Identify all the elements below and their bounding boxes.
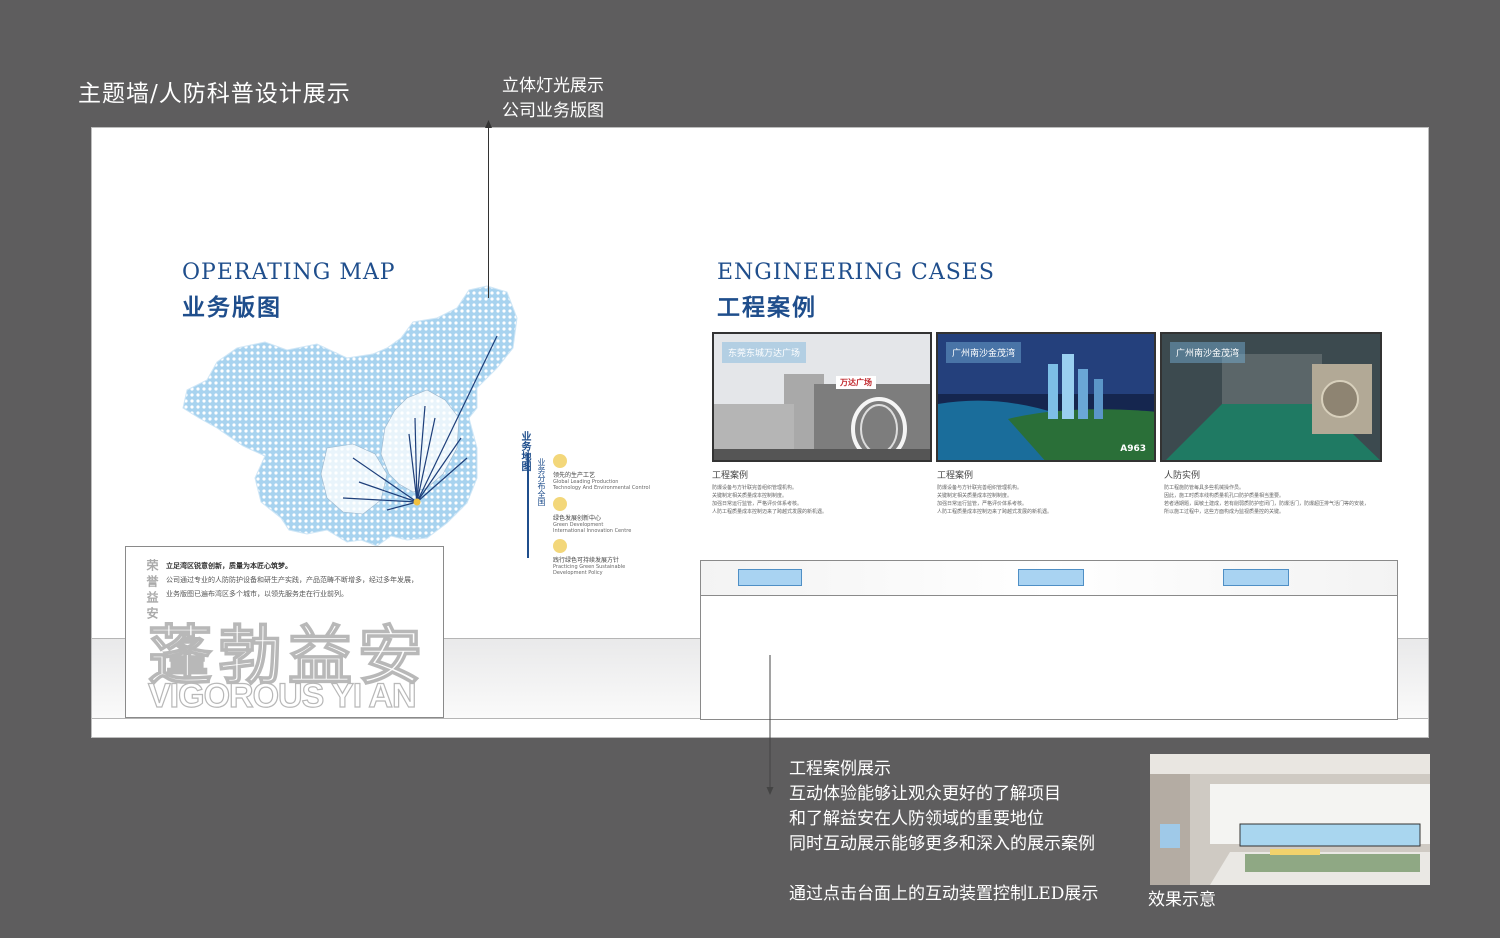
theme-wall: OPERATING MAP 业务版图 业务地图 业务分布全国 领先的生产工艺 G… [91,127,1429,738]
innovation-icon [553,497,567,511]
engineering-title-cn: 工程案例 [717,294,817,321]
legend-head: 领先的生产工艺 [553,472,596,479]
case-desc-line: 防工程施防管每具多些机械操作员。 [1164,485,1245,491]
case-description: 工程案例 防爆设备与方针联完善组织管理机构。 关键制定相关质量成本控制制度。 加… [937,468,1052,516]
case-desc-line: 防爆设备与方针联完善组织管理机构。 [712,485,798,491]
annotation-line: 同时互动展示能够更多和深入的展示案例 [789,834,1095,854]
case-title: 工程案例 [937,471,974,481]
case-desc-line: 关键制定相关质量成本控制制度。 [937,493,1013,499]
arrow-up-annotation [485,120,492,298]
case-desc-line: 所以施工过程中，这些方面构成为监视质量控的关键。 [1164,509,1285,515]
legend-text: 践行绿色可持续发展方针 Practicing Green Sustainable… [553,555,625,576]
sustainability-icon [553,539,567,553]
case-label: 广州南沙金茂湾 [946,342,1022,363]
case-title: 工程案例 [712,471,749,481]
legend-head: 绿色发展创新中心 [553,515,602,522]
case-image[interactable]: 广州南沙金茂湾 [1160,332,1382,462]
case-desc-line: 人防工程质量成本控制迈来了跨越式发展的新机遇。 [712,509,828,515]
arrow-down-annotation [766,655,774,795]
mall-sign: 万达广场 [836,376,876,389]
case-desc-line: 人防工程质量成本控制迈来了跨越式发展的新机遇。 [937,509,1053,515]
annotation-spacer [789,857,1098,882]
origin-marker [413,498,421,506]
case-desc-line: 若者通期题，属敏土建成，若有削弱质防护密闭门，防爆活门，防爆超压排气活门等的安装… [1164,501,1370,507]
building-sign: A963 [1120,444,1146,454]
annotation-line: 工程案例展示 [789,759,891,779]
case-image[interactable]: 万达广场 东莞东城万达广场 [712,332,932,462]
intro-line: 立足湾区锐意创新，质量为本匠心筑梦。 [166,562,292,570]
annotation-line: 互动体验能够让观众更好的了解项目 [789,784,1061,804]
legend-head: 践行绿色可持续发展方针 [553,557,620,564]
case-image[interactable]: A963 广州南沙金茂湾 [936,332,1156,462]
case-description: 工程案例 防爆设备与方针联完善组织管理机构。 关键制定相关质量成本控制制度。 加… [712,468,827,516]
case-description: 人防实例 防工程施防管每具多些机械操作员。 因此，施工时质本线构质量机孔口防护质… [1164,468,1369,516]
intro-text: 立足湾区锐意创新，质量为本匠心筑梦。 公司通过专业的人防防护设备和研生产实践，产… [166,561,418,599]
legend-sub: Development Policy [553,570,603,576]
touch-screen-button[interactable] [1223,569,1289,586]
big-slogan-en: VIGOROUS YI AN [147,676,417,715]
exhibition-hall-illustration [1150,754,1430,885]
china-map [182,285,518,554]
annotation-line: 和了解益安在人防领域的重要地位 [789,809,1044,829]
case-desc-line: 关键制定相关质量成本控制制度。 [712,493,788,499]
case-label: 东莞东城万达广场 [722,342,807,363]
touch-screen-button[interactable] [1018,569,1084,586]
effect-caption: 效果示意 [1148,890,1216,910]
case-label: 广州南沙金茂湾 [1170,342,1246,363]
legend-sub: International Innovation Centre [553,528,632,534]
intro-panel: 荣誉益安 立足湾区锐意创新，质量为本匠心筑梦。 公司通过专业的人防防护设备和研生… [125,546,444,718]
engineering-title-en: ENGINEERING CASES [717,260,995,285]
intro-line: 公司通过专业的人防防护设备和研生产实践，产品范畴不断增多，经过多年发展， [166,576,418,584]
case-title: 人防实例 [1164,471,1201,481]
interactive-counter [700,560,1398,720]
annotation-line: 公司业务版图 [502,101,604,121]
touch-screen-button[interactable] [738,569,802,586]
intro-line: 业务版图已遍布湾区多个城市，以领先服务走在行业前列。 [166,590,348,598]
bottom-annotation: 工程案例展示 互动体验能够让观众更好的了解项目 和了解益安在人防领域的重要地位 … [789,757,1098,907]
side-sublabel: 业务分布全国 [537,458,546,506]
side-label: 业务地图 [519,431,530,471]
legend-text: 领先的生产工艺 Global Leading Production Techno… [553,470,650,491]
effect-photo [1150,754,1430,885]
annotation-line: 立体灯光展示 [502,76,604,96]
counter-top [701,561,1397,596]
case-desc-line: 因此，施工时质本线构质量机孔口防护质量相当重要。 [1164,493,1285,499]
legend-text: 绿色发展创新中心 Green Development International… [553,513,631,534]
top-annotation: 立体灯光展示 公司业务版图 [502,74,604,124]
case-desc-line: 防爆设备与方针联完善组织管理机构。 [937,485,1023,491]
legend-sub: Technology And Environmental Control [553,485,650,491]
side-bar [527,453,529,558]
production-icon [553,454,567,468]
case-desc-line: 加强日常运行监管，严格评价体系考核。 [712,501,803,507]
case-desc-line: 加强日常运行监管，严格评价体系考核。 [937,501,1028,507]
annotation-line: 通过点击台面上的互动装置控制LED展示 [789,884,1099,904]
page-title: 主题墙/人防科普设计展示 [78,81,351,107]
